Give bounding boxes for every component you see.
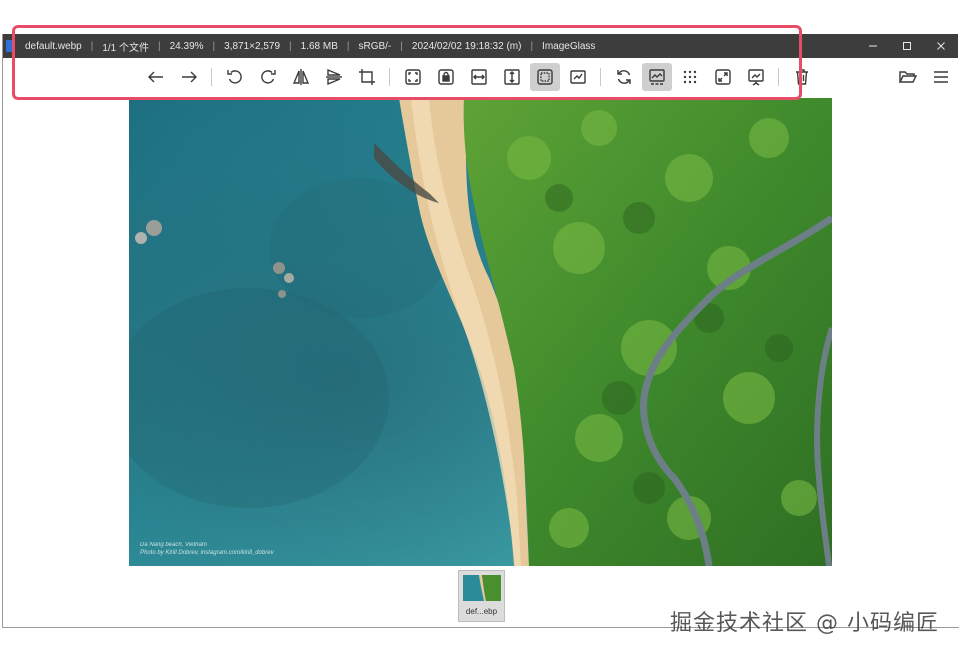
title-zoom: 24.39%	[169, 40, 204, 52]
flip-horizontal-icon	[292, 69, 309, 85]
title-filesize: 1.68 MB	[300, 40, 338, 52]
rotate-left-icon	[226, 70, 242, 84]
close-button[interactable]	[924, 34, 958, 58]
title-file-index: 1/1 个文件	[102, 42, 150, 54]
scale-to-height-button[interactable]	[497, 63, 527, 91]
toolbar-right-group	[891, 62, 957, 92]
close-icon	[937, 42, 945, 50]
scale-to-width-button[interactable]	[464, 63, 494, 91]
window-controls	[856, 34, 958, 58]
thumbnail-image	[463, 575, 501, 601]
flip-vertical-button[interactable]	[319, 63, 349, 91]
folder-open-icon	[898, 71, 917, 83]
title-modified-date: 2024/02/02 19:18:32 (m)	[411, 40, 522, 52]
toolbar-divider	[600, 68, 601, 86]
previous-image-button[interactable]	[141, 63, 171, 91]
fullscreen-button[interactable]	[708, 63, 738, 91]
rotate-left-button[interactable]	[220, 63, 250, 91]
slideshow-button[interactable]	[741, 63, 771, 91]
title-separator: |	[90, 40, 94, 52]
thumbnail-label: def...ebp	[465, 607, 498, 616]
arrow-right-icon	[181, 71, 197, 83]
main-menu-button[interactable]	[926, 63, 956, 91]
flip-horizontal-button[interactable]	[286, 63, 316, 91]
thumbnail-photo	[463, 575, 501, 601]
toolbar	[3, 58, 958, 96]
refresh-button[interactable]	[609, 63, 639, 91]
title-app-name: ImageGlass	[542, 40, 596, 52]
lock-icon	[437, 69, 454, 85]
title-color-profile: sRGB/-	[358, 40, 392, 52]
minimize-button[interactable]	[856, 34, 890, 58]
rotate-right-button[interactable]	[253, 63, 283, 91]
flip-vertical-icon	[325, 68, 342, 86]
scale-to-fit-button[interactable]	[529, 63, 560, 91]
watermark-text: 掘金技术社区 @ 小码编匠	[670, 611, 939, 636]
photo-credit: Da Nang beach, Vietnam Photo by Kirill D…	[140, 541, 274, 557]
grid-dots-icon	[683, 70, 696, 84]
next-image-button[interactable]	[174, 63, 204, 91]
crop-icon	[358, 69, 375, 85]
auto-zoom-icon	[404, 69, 421, 85]
scale-fill-icon	[569, 70, 586, 84]
minimize-icon	[869, 45, 877, 47]
screen: default.webp | 1/1 个文件 | 24.39% | 3,871×…	[0, 0, 959, 653]
scale-width-icon	[470, 69, 487, 85]
image-viewer[interactable]: Da Nang beach, Vietnam Photo by Kirill D…	[129, 98, 832, 566]
aerial-beach-photo	[129, 98, 832, 566]
scale-fit-icon	[536, 69, 553, 85]
title-separator: |	[158, 40, 161, 52]
gallery-icon	[648, 69, 665, 85]
title-separator: |	[530, 40, 534, 52]
title-separator: |	[212, 40, 216, 52]
toolbar-divider	[389, 68, 390, 86]
crop-button[interactable]	[352, 63, 382, 91]
slideshow-icon	[747, 69, 764, 86]
hamburger-menu-icon	[933, 71, 948, 83]
arrow-left-icon	[147, 71, 163, 83]
maximize-button[interactable]	[890, 34, 924, 58]
open-file-button[interactable]	[893, 63, 923, 91]
scale-height-icon	[503, 69, 520, 85]
title-separator: |	[289, 40, 292, 52]
delete-button[interactable]	[787, 63, 817, 91]
gallery-thumbnail[interactable]: def...ebp	[458, 570, 505, 622]
lock-zoom-button[interactable]	[431, 63, 461, 91]
title-dimensions: 3,871×2,579	[224, 40, 281, 52]
expand-icon	[714, 69, 731, 85]
refresh-icon	[616, 70, 631, 84]
toolbar-divider	[211, 68, 212, 86]
photo-credit-line1: Da Nang beach, Vietnam	[140, 542, 207, 548]
rotate-right-icon	[260, 70, 276, 84]
maximize-icon	[903, 42, 911, 50]
toggle-checkerboard-button[interactable]	[675, 63, 705, 91]
photo-credit-line2: Photo by Kirill Dobrev, instagram.com/ki…	[140, 550, 274, 556]
title-separator: |	[346, 40, 350, 52]
title-bar[interactable]: default.webp | 1/1 个文件 | 24.39% | 3,871×…	[3, 34, 958, 58]
trash-icon	[795, 69, 808, 85]
toolbar-main-group	[139, 62, 818, 92]
auto-zoom-button[interactable]	[398, 63, 428, 91]
title-separator: |	[400, 40, 403, 52]
app-icon	[6, 40, 13, 52]
toolbar-divider	[778, 68, 779, 86]
scale-to-fill-button[interactable]	[563, 63, 593, 91]
title-filename: default.webp	[25, 40, 82, 52]
toggle-gallery-button[interactable]	[641, 63, 672, 91]
